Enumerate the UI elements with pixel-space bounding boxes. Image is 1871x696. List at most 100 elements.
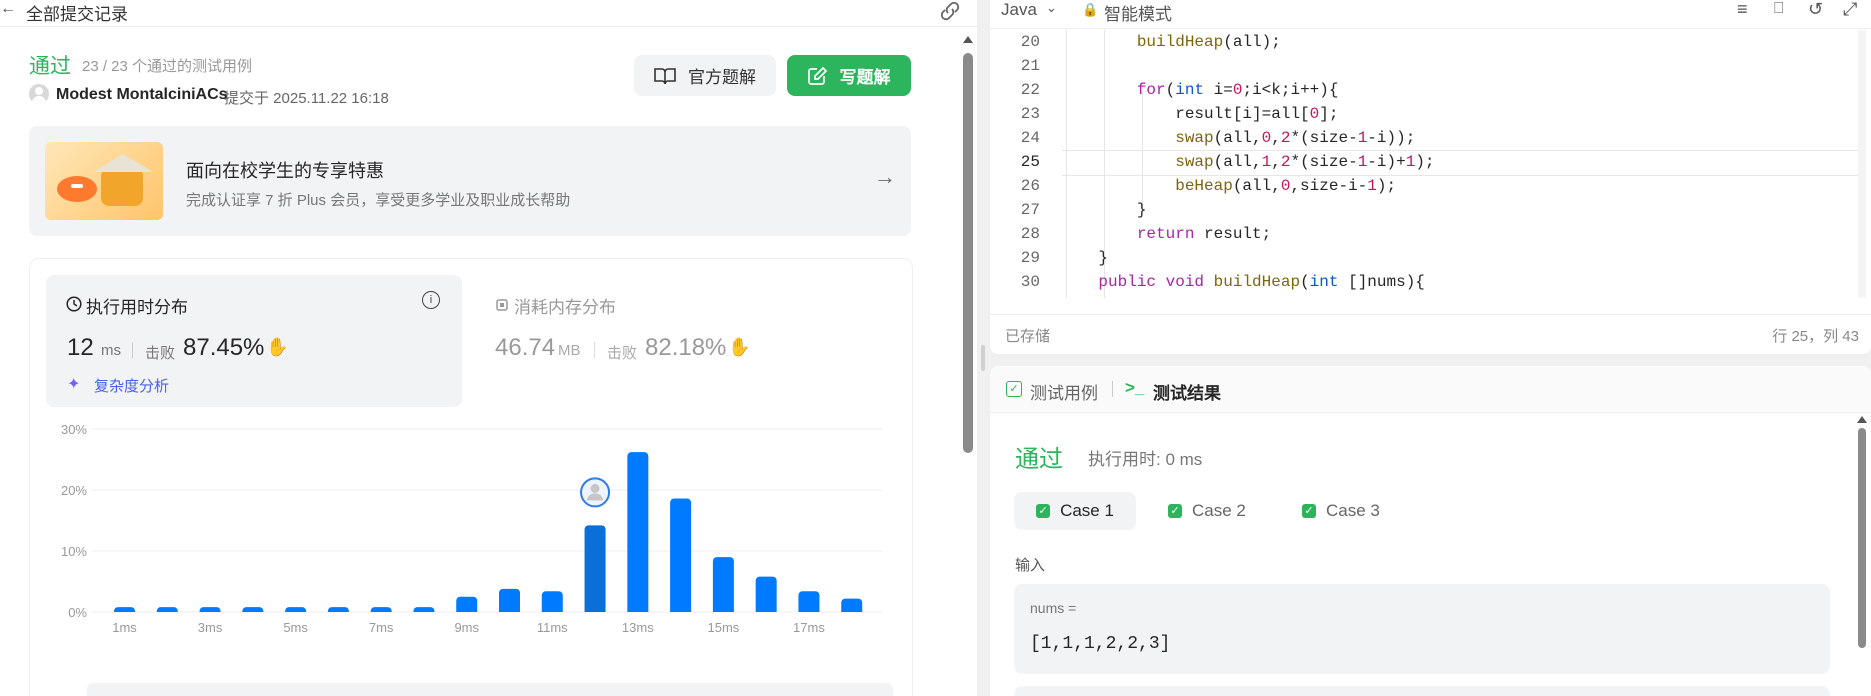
scrollbar[interactable] — [1856, 416, 1868, 696]
arrow-right-icon[interactable]: → — [874, 164, 896, 190]
tab-result[interactable]: 测试结果 — [1153, 379, 1221, 404]
case-label: Case 2 — [1192, 501, 1246, 520]
language-select[interactable]: Java — [1001, 0, 1037, 20]
divider — [132, 342, 133, 358]
check-icon: ✓ — [1168, 504, 1182, 518]
memory-panel[interactable]: 消耗内存分布 46.74 MB 击败 82.18% ✋ — [462, 275, 878, 407]
chart-bar[interactable] — [327, 607, 349, 612]
chart-bar[interactable] — [285, 607, 307, 612]
chart-bar[interactable] — [584, 525, 606, 612]
back-to-submissions-link[interactable]: 全部提交记录 — [26, 0, 128, 25]
tab-testcase[interactable]: 测试用例 — [1030, 379, 1098, 404]
scrollbar[interactable] — [1858, 30, 1866, 298]
panel-resize-handle[interactable] — [981, 345, 985, 371]
chart-bar[interactable] — [114, 607, 135, 612]
reset-icon[interactable]: ↺ — [1808, 0, 1823, 20]
runtime-value: 12 — [67, 334, 94, 361]
runtime-title: 执行用时分布 — [86, 298, 188, 317]
chart-bar[interactable] — [798, 591, 820, 612]
promo-subtitle: 完成认证享 7 折 Plus 会员，享受更多学业及职业成长帮助 — [186, 192, 571, 209]
write-solution-label: 写题解 — [839, 68, 891, 87]
info-icon[interactable]: i — [422, 291, 440, 309]
promo-title: 面向在校学生的专享特惠 — [186, 161, 384, 181]
student-promo-banner[interactable]: 面向在校学生的专享特惠 完成认证享 7 折 Plus 会员，享受更多学业及职业成… — [29, 126, 911, 236]
param-value: [1,1,1,2,2,3] — [1030, 634, 1171, 654]
code-line: 28 return result; — [1020, 225, 1272, 243]
lock-icon: 🔒 — [1082, 2, 1099, 17]
memory-beats-value: 82.18% — [645, 334, 727, 361]
param-name: nums = — [1030, 600, 1077, 616]
code-line: 25 swap(all,1,2*(size-1-i)+1); — [1020, 153, 1435, 171]
official-solution-button[interactable]: 官方题解 — [634, 55, 776, 96]
chart-bar[interactable] — [242, 607, 264, 612]
chart-bar[interactable] — [541, 591, 563, 612]
book-icon — [654, 67, 676, 84]
case-tab-3[interactable]: ✓ Case 3 — [1302, 492, 1402, 530]
terminal-icon: >_ — [1125, 378, 1145, 397]
case-tab-1[interactable]: ✓ Case 1 — [1014, 492, 1136, 530]
submission-topbar: ← 全部提交记录 — [0, 0, 977, 27]
chart-bar[interactable] — [456, 596, 478, 612]
format-icon[interactable]: ≡ — [1737, 0, 1748, 20]
input-box[interactable]: nums = [1,1,1,2,2,3] — [1014, 584, 1830, 674]
chart-bar[interactable] — [156, 607, 178, 612]
divider — [594, 342, 595, 358]
x-tick-label: 7ms — [369, 620, 394, 635]
case-label: Case 1 — [1060, 501, 1114, 520]
chart-range-slider[interactable] — [87, 683, 893, 696]
chart-bar[interactable] — [755, 576, 777, 612]
author-name[interactable]: Modest MontalciniACs — [56, 86, 228, 104]
test-result-panel: ✓ 测试用例 >_ 测试结果 通过 执行用时: 0 ms ✓ Case 1 ✓ Ca… — [990, 366, 1871, 696]
link-icon[interactable] — [938, 1, 962, 21]
output-box — [1014, 686, 1830, 696]
x-tick-label: 13ms — [622, 620, 654, 635]
chart-bar[interactable] — [413, 607, 435, 612]
case-tab-2[interactable]: ✓ Case 2 — [1168, 492, 1268, 530]
runtime-panel[interactable]: 执行用时分布 i 12 ms 击败 87.45% ✋ ✦ 复杂度分析 — [46, 275, 462, 407]
chart-bar[interactable] — [199, 607, 221, 612]
sparkle-icon: ✦ — [67, 376, 81, 393]
code-line: 26 beHeap(all,0,size-i-1); — [1020, 177, 1397, 195]
runtime-beats-label: 击败 — [145, 345, 176, 362]
x-tick-label: 9ms — [454, 620, 479, 635]
chart-bar[interactable] — [499, 588, 520, 612]
chart-bar[interactable] — [841, 598, 863, 612]
chart-bar[interactable] — [712, 557, 734, 612]
smart-mode-label[interactable]: 智能模式 — [1104, 0, 1172, 25]
chart-bar[interactable] — [670, 498, 692, 612]
expand-icon[interactable]: ⤢ — [1843, 0, 1857, 20]
graduation-cap-icon — [45, 142, 163, 220]
testcase-count: 23 / 23 个通过的测试用例 — [82, 58, 253, 75]
result-runtime: 执行用时: 0 ms — [1088, 450, 1203, 469]
clap-icon: ✋ — [266, 337, 289, 357]
runtime-distribution-chart[interactable]: 0% 10% 20% 30% 1ms 3ms 5ms 7ms 9ms 11ms 13ms 15ms 17… — [30, 409, 910, 639]
x-tick-label: 1ms — [112, 620, 137, 635]
scrollbar[interactable] — [961, 33, 975, 696]
y-tick-label: 10% — [61, 544, 87, 559]
chevron-down-icon[interactable]: ⌄ — [1046, 0, 1057, 16]
submission-panel: ← 全部提交记录 通过 23 / 23 个通过的测试用例 Modest Mont… — [0, 0, 977, 696]
checkbox-icon: ✓ — [1006, 381, 1022, 397]
chart-bar[interactable] — [370, 607, 392, 612]
write-solution-button[interactable]: 写题解 — [787, 55, 911, 96]
runtime-unit: ms — [101, 342, 121, 359]
bookmark-icon[interactable]: ⎕ — [1774, 0, 1784, 18]
code-line: 27 } — [1020, 201, 1147, 219]
submission-status: 通过 — [29, 55, 71, 78]
code-line: 24 swap(all,0,2*(size-1-i)); — [1020, 129, 1416, 147]
complexity-analysis-link[interactable]: 复杂度分析 — [94, 375, 169, 396]
memory-value: 46.74 — [495, 334, 556, 361]
code-area[interactable]: 20 buildHeap(all); 21 22 for(int i=0;i<k… — [990, 30, 1871, 298]
memory-title: 消耗内存分布 — [514, 298, 616, 317]
avatar[interactable] — [29, 84, 49, 104]
editor-statusbar: 已存储 行 25，列 43 — [990, 314, 1871, 354]
runtime-beats-value: 87.45% — [183, 334, 265, 361]
check-icon: ✓ — [1302, 504, 1316, 518]
chart-bar[interactable] — [627, 452, 649, 612]
cursor-position: 行 25，列 43 — [1772, 328, 1859, 345]
x-tick-label: 5ms — [283, 620, 308, 635]
back-arrow-icon[interactable]: ← — [0, 0, 16, 18]
result-status: 通过 — [1015, 446, 1063, 473]
saved-status: 已存储 — [1005, 328, 1051, 345]
input-label: 输入 — [1015, 557, 1046, 574]
